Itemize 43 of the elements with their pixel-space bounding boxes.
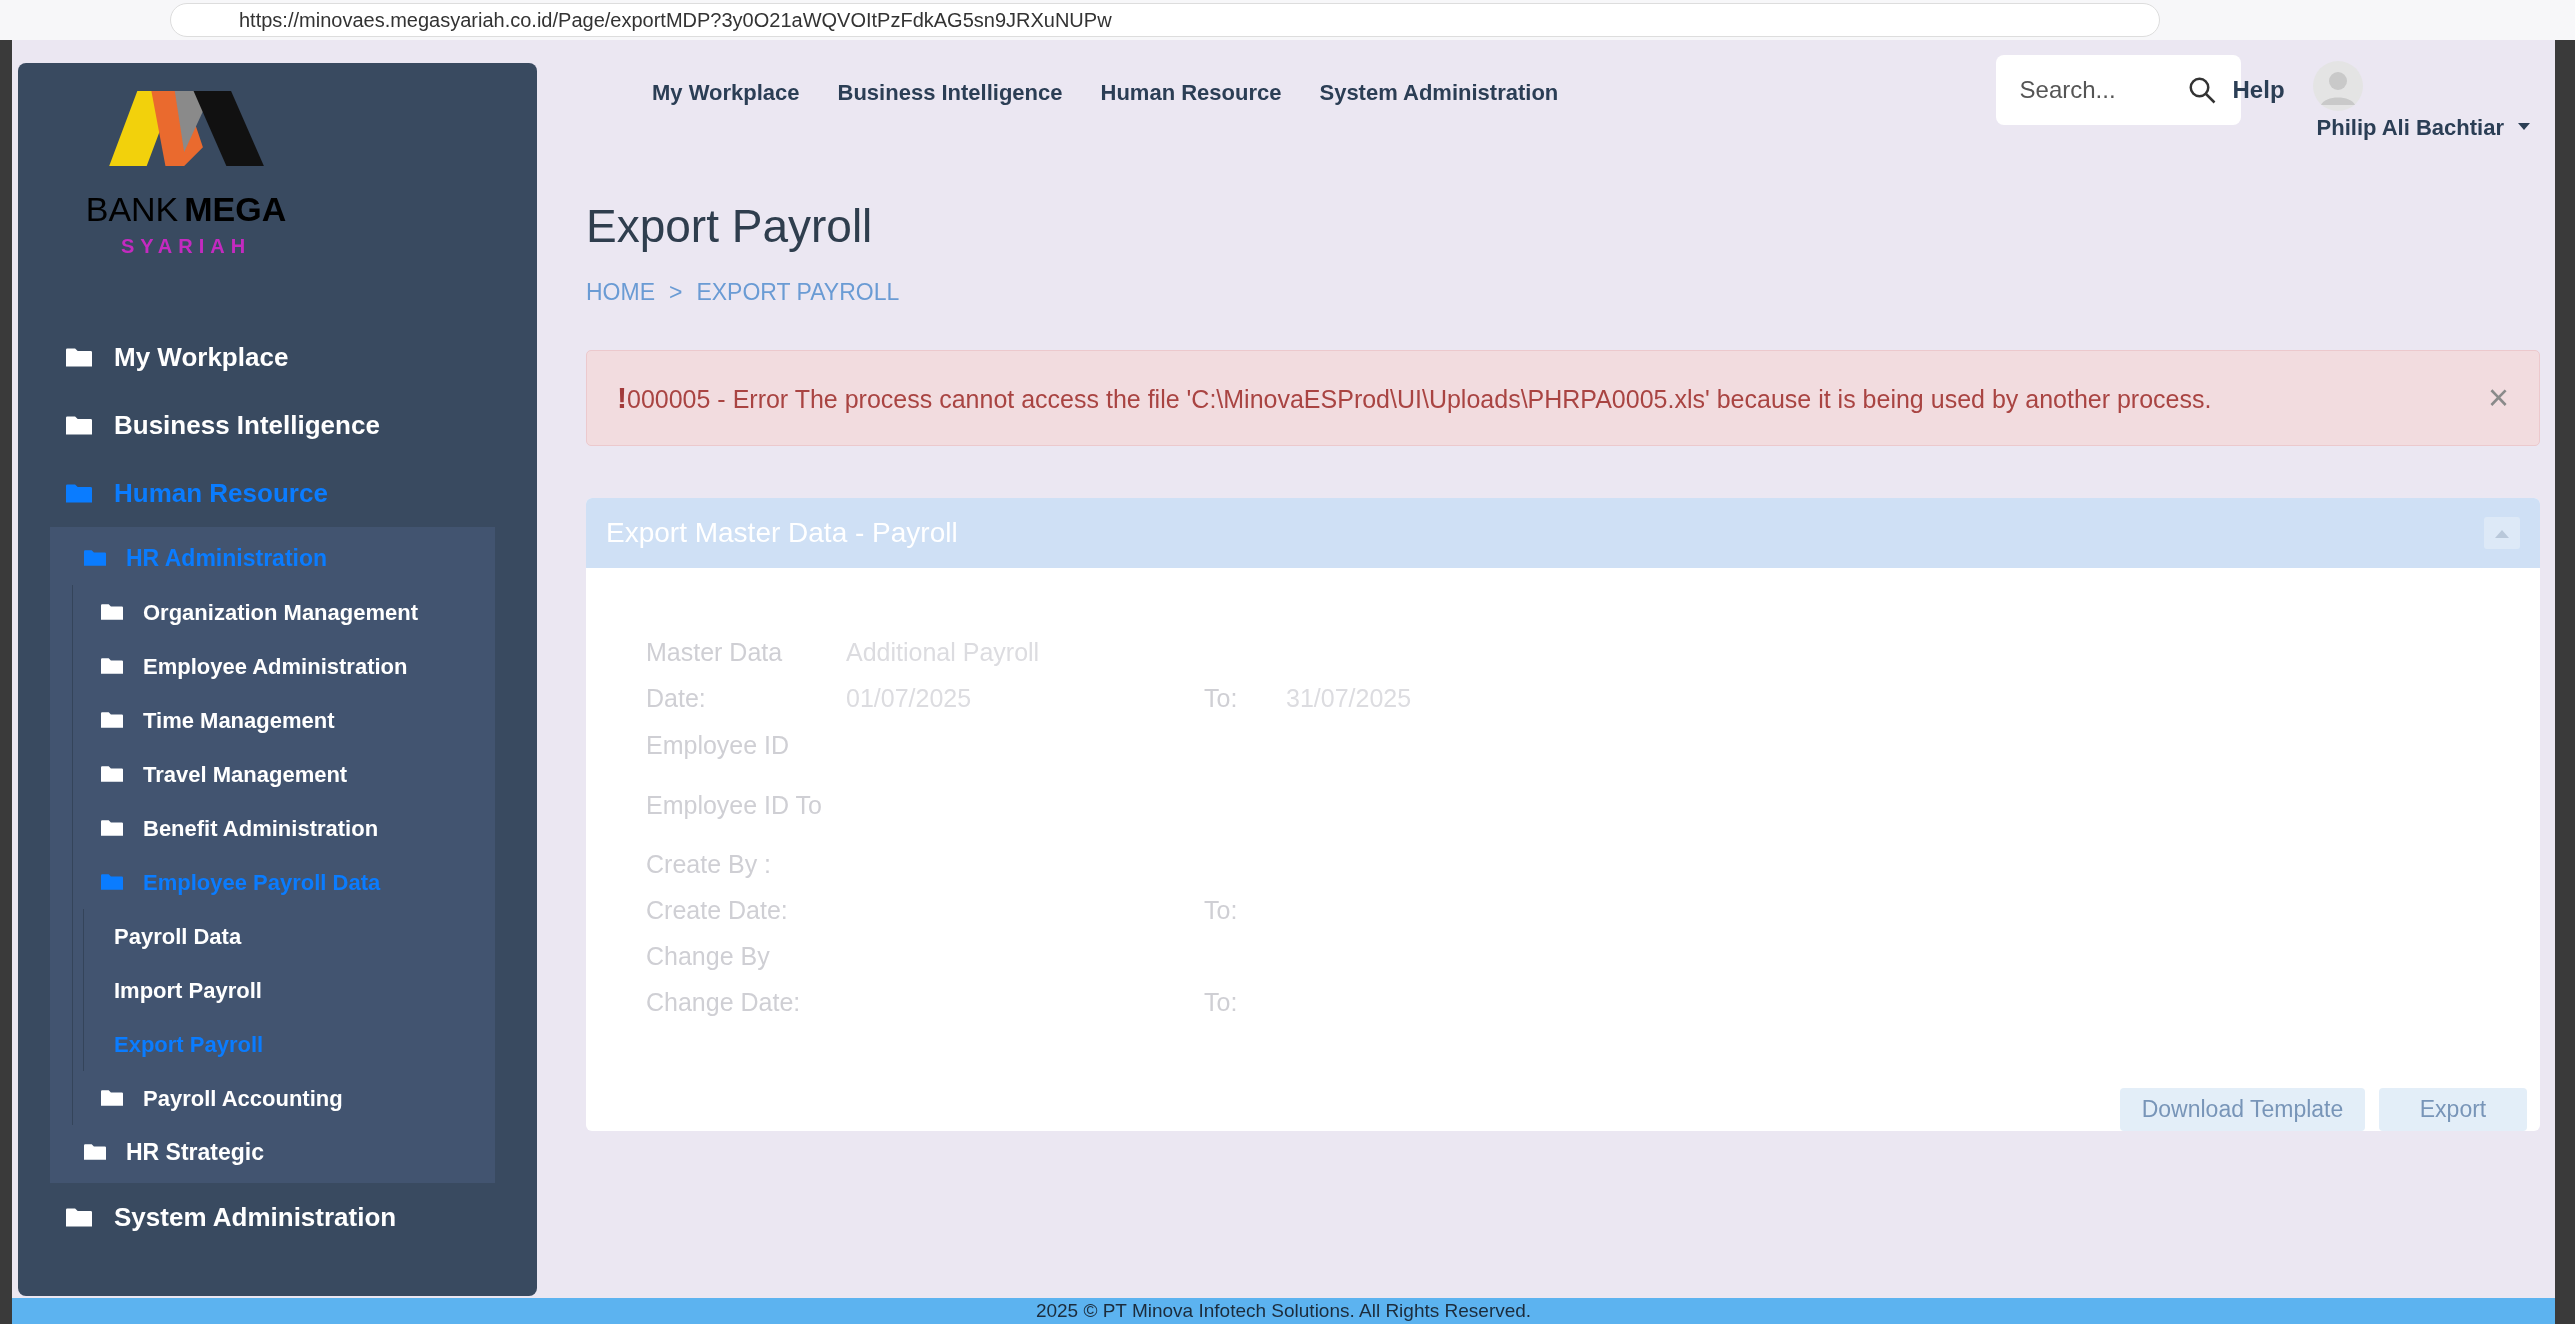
folder-icon [66, 414, 92, 436]
search-icon [2186, 75, 2217, 105]
logo-text: MEGA [184, 189, 287, 230]
menu-item[interactable]: Import Payroll [84, 963, 479, 1017]
address-bar[interactable]: https://minovaes.megasyariah.co.id/Page/exportMDP?3y0O21aWQVOItPzFdkAG5sn9JRXuNUPw [170, 3, 2160, 37]
nav-link[interactable]: System Administration [1319, 75, 1559, 109]
footer-text: 2025 © PT Minova Infotech Solutions. All Rights Reserved. [1035, 1298, 1532, 1323]
breadcrumb-separator: > [669, 278, 683, 307]
folder-icon [84, 549, 106, 567]
page-title: Export Payroll [586, 199, 874, 254]
folder-icon [101, 819, 123, 837]
folder-icon [101, 657, 123, 675]
folder-icon [101, 765, 123, 783]
menu-item[interactable]: HR Strategic [50, 1125, 495, 1179]
menu-item[interactable]: Benefit Administration [73, 801, 479, 855]
menu-item[interactable]: Employee Administration [73, 639, 479, 693]
folder-icon [66, 346, 92, 368]
menu-item[interactable]: Time Management [73, 693, 479, 747]
user-menu[interactable]: Philip Ali Bachtiar [2316, 110, 2530, 144]
menu-item[interactable]: Payroll Data [84, 909, 479, 963]
folder-icon [66, 482, 92, 504]
menu-item[interactable]: Business Intelligence [18, 391, 537, 459]
menu-item[interactable]: Payroll Accounting [73, 1071, 479, 1125]
error-message: !000005 - Error The process cannot access the file 'C:\MinovaESProd\UI\Uploads\PHRPA0005.xls' because it is being used by another process. [617, 380, 2213, 416]
folder-icon [101, 603, 123, 621]
folder-icon [101, 873, 123, 891]
nav-link[interactable]: Human Resource [1100, 75, 1282, 109]
folder-icon [101, 711, 123, 729]
url-text: https://minovaes.megasyariah.co.id/Page/exportMDP?3y0O21aWQVOItPzFdkAG5sn9JRXuNUPw [239, 8, 1112, 33]
folder-icon [66, 1206, 92, 1228]
nav-link[interactable]: Business Intelligence [837, 75, 1063, 109]
menu-item[interactable]: My Workplace [18, 323, 537, 391]
nav-link[interactable]: My Workplace [652, 75, 800, 109]
logo-text: BANK [85, 189, 179, 230]
avatar-icon [2312, 60, 2363, 111]
collapse-icon[interactable] [2484, 516, 2520, 549]
menu-item[interactable]: Organization Management [73, 585, 479, 639]
menu-item[interactable]: System Administration [18, 1183, 537, 1251]
logo-subtext: SYARIAH [120, 234, 252, 259]
menu-item[interactable]: Travel Management [73, 747, 479, 801]
folder-icon [101, 1089, 123, 1107]
caret-icon [2518, 123, 2530, 131]
folder-icon [84, 1143, 106, 1161]
